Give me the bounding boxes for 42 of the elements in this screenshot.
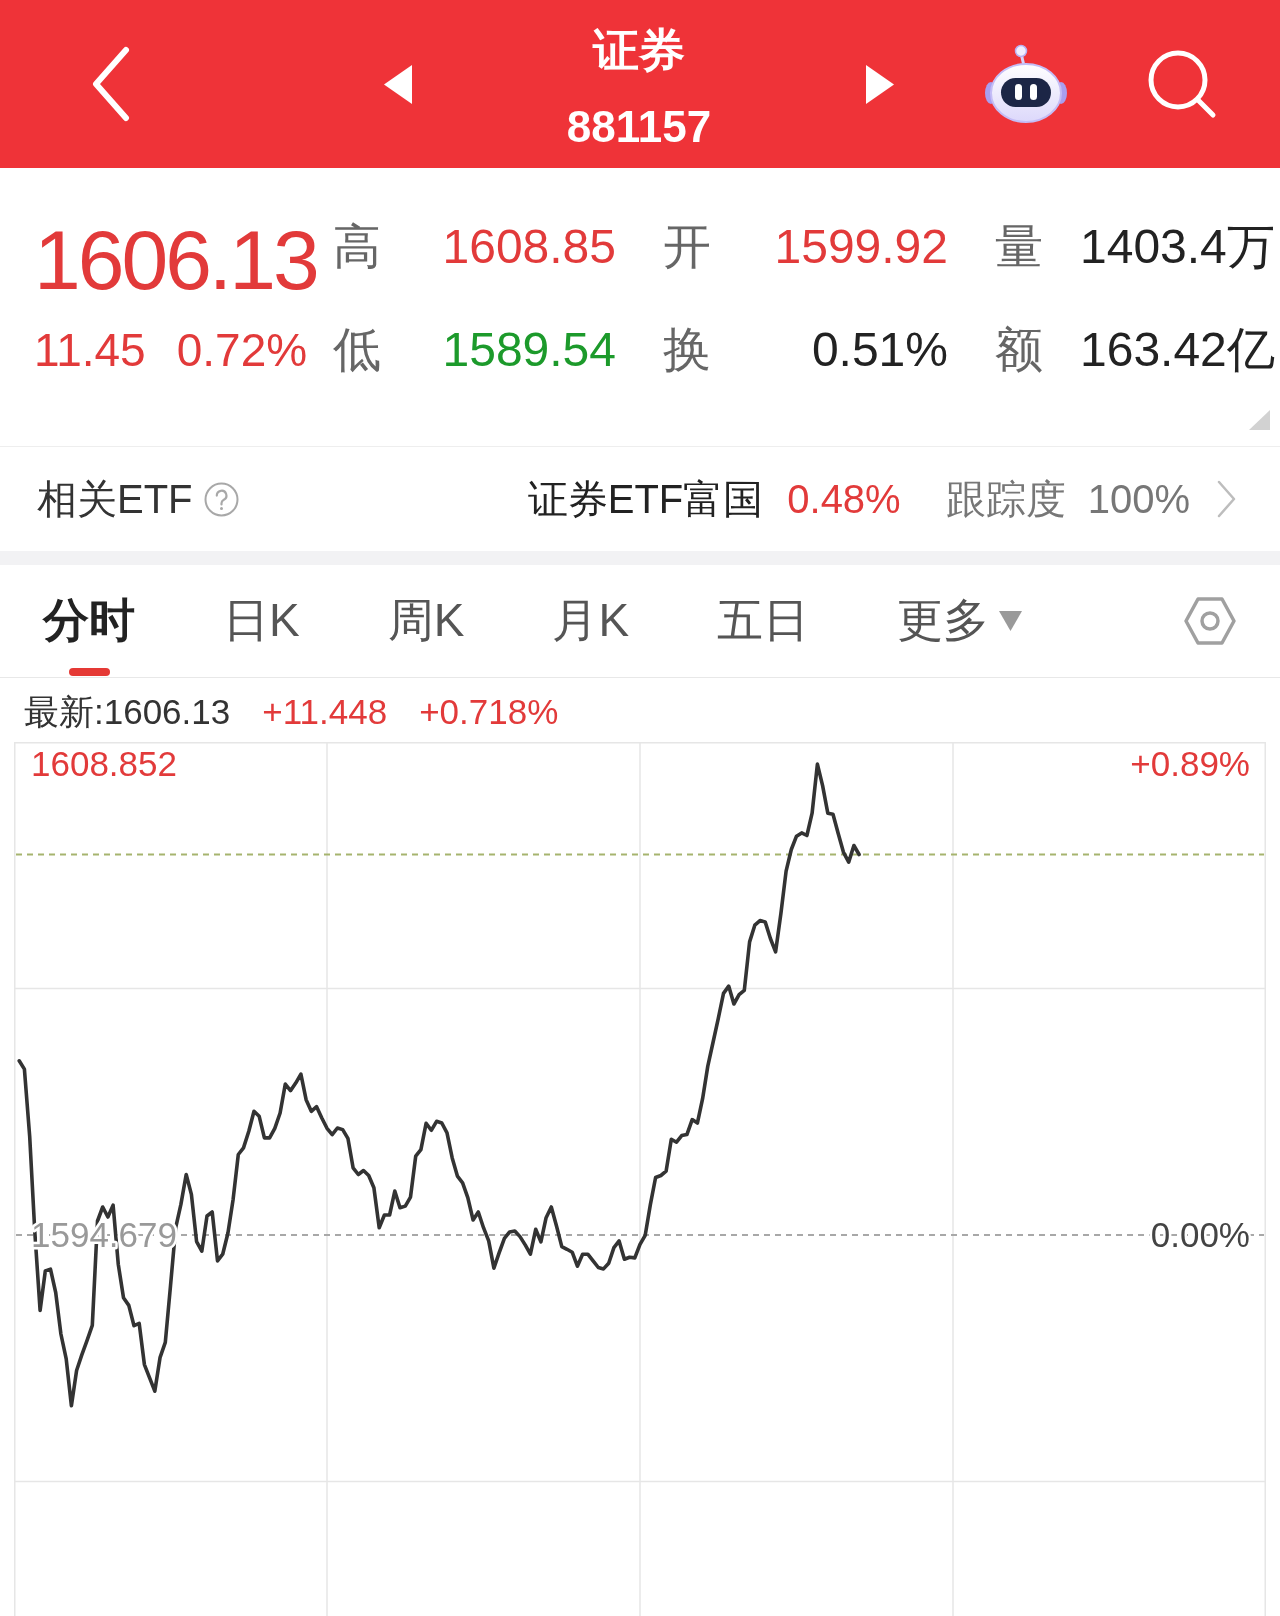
price-axis-label: 1608.852: [31, 744, 177, 784]
chart-tab[interactable]: 五日: [717, 565, 810, 677]
chart-tab[interactable]: 月K: [552, 565, 630, 677]
percent-axis-label: +0.89%: [1130, 744, 1250, 784]
page-title: 证券: [593, 23, 685, 78]
search-icon[interactable]: [1147, 49, 1217, 119]
chart-tab[interactable]: 日K: [223, 565, 300, 677]
caret-down-icon: [999, 611, 1023, 631]
tracking-label: 跟踪度: [945, 475, 1066, 523]
latest-change-percent: +0.718%: [419, 692, 559, 732]
stat-value: 163.42亿: [1080, 323, 1275, 377]
caret-left-icon[interactable]: [384, 64, 412, 104]
change-percent: 0.72%: [176, 324, 308, 376]
stat-label: 开: [663, 220, 711, 274]
back-icon[interactable]: [90, 46, 132, 122]
percent-axis-label: 0.00%: [1150, 1215, 1250, 1255]
etf-name[interactable]: 证券ETF富国: [527, 471, 764, 527]
stat-value: 1589.54: [442, 323, 616, 377]
stat-label: 量: [995, 220, 1043, 274]
stat-label: 额: [995, 323, 1043, 377]
price-change: 11.45: [34, 324, 146, 376]
tracking-value: 100%: [1087, 476, 1190, 522]
etf-change: 0.48%: [787, 476, 901, 522]
settings-icon[interactable]: [1183, 596, 1237, 646]
stock-code: 881157: [566, 102, 712, 152]
stat-value: 0.51%: [811, 323, 948, 377]
dropdown-tab[interactable]: 更多: [897, 565, 1023, 677]
chart-tab[interactable]: 分时: [43, 565, 135, 677]
current-price: 1606.13: [34, 218, 317, 302]
help-icon[interactable]: [203, 481, 239, 517]
robot-icon[interactable]: [984, 44, 1068, 124]
chart-tab[interactable]: 周K: [387, 565, 465, 677]
latest-price: 最新:1606.13: [24, 690, 231, 733]
stat-value: 1403.4万: [1080, 220, 1275, 274]
stat-label: 换: [663, 323, 711, 377]
stat-label: 低: [333, 323, 381, 377]
caret-right-icon[interactable]: [866, 64, 894, 104]
stat-value: 1599.92: [774, 220, 948, 274]
latest-change: +11.448: [262, 692, 388, 732]
stat-label: 高: [333, 220, 381, 274]
section-label: 相关ETF: [37, 475, 193, 523]
stat-value: 1608.85: [442, 220, 616, 274]
